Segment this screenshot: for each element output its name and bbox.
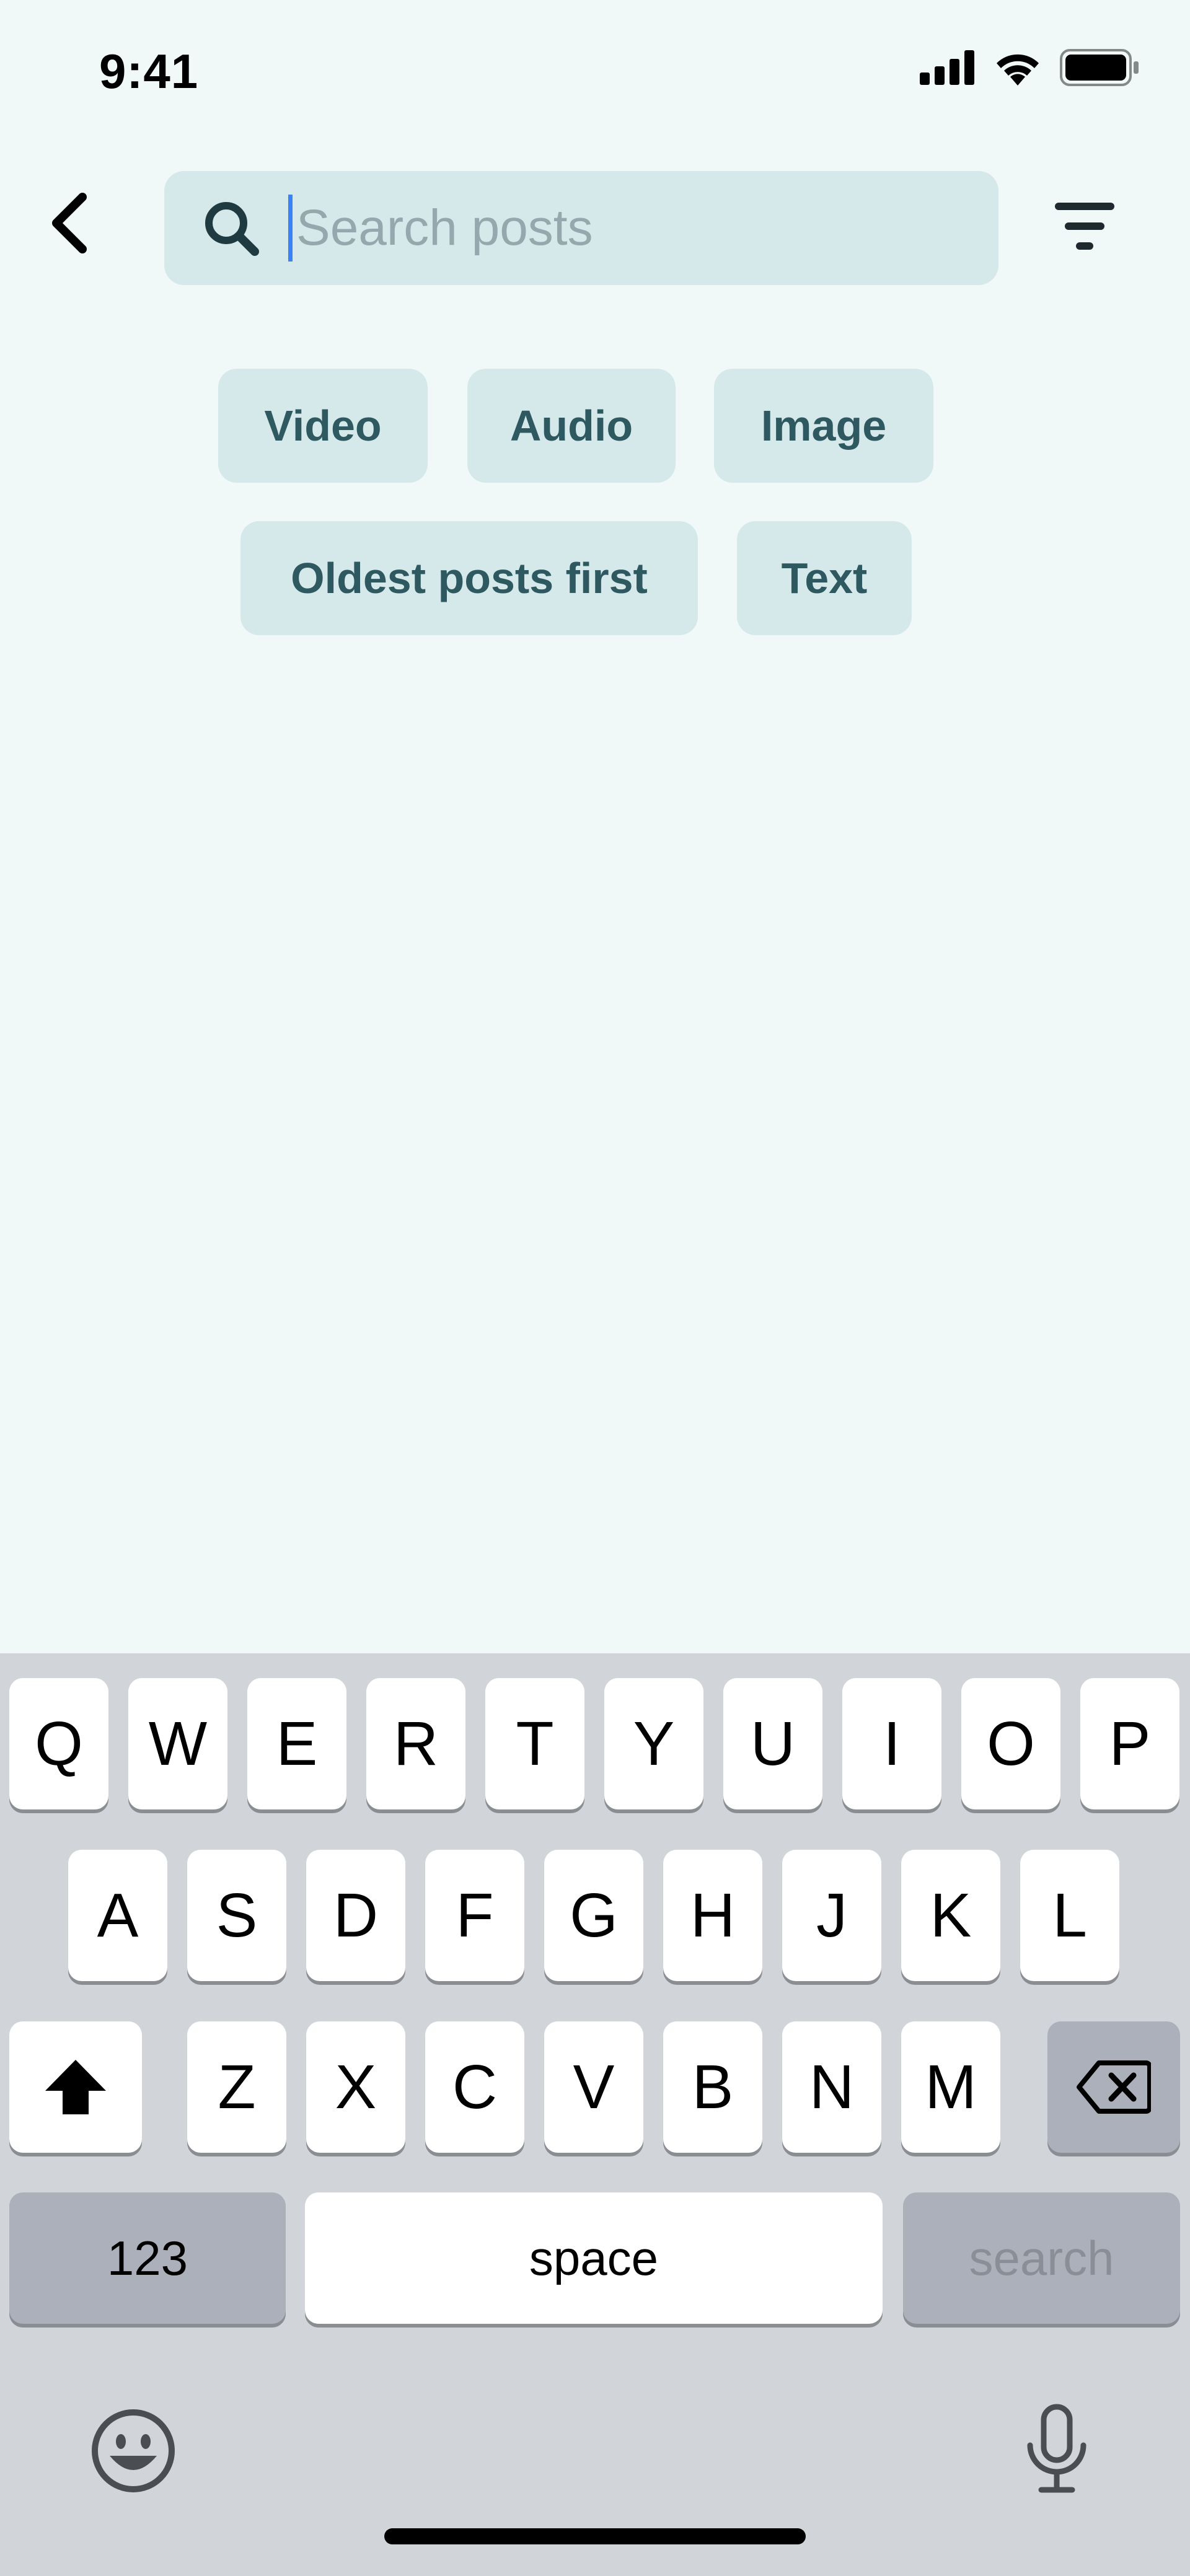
back-chevron-icon <box>52 193 87 253</box>
key-x[interactable]: X <box>306 2021 405 2153</box>
search-input[interactable] <box>293 199 916 257</box>
key-y[interactable]: Y <box>604 1678 703 1809</box>
space-key[interactable]: space <box>305 2192 883 2324</box>
chip-text[interactable]: Text <box>737 521 912 635</box>
key-c[interactable]: C <box>425 2021 524 2153</box>
search-key[interactable]: search <box>903 2192 1180 2324</box>
dictation-button[interactable] <box>1010 2400 1103 2499</box>
key-d[interactable]: D <box>306 1850 405 1981</box>
key-k[interactable]: K <box>901 1850 1000 1981</box>
key-b[interactable]: B <box>663 2021 762 2153</box>
key-j[interactable]: J <box>782 1850 881 1981</box>
battery-icon <box>1060 49 1139 86</box>
wifi-icon <box>997 54 1039 86</box>
emoji-button[interactable] <box>87 2404 180 2497</box>
emoji-icon <box>92 2409 175 2492</box>
numbers-key[interactable]: 123 <box>9 2192 286 2324</box>
shift-icon <box>45 2060 106 2114</box>
chip-oldest-posts-first[interactable]: Oldest posts first <box>240 521 698 635</box>
key-u[interactable]: U <box>723 1678 822 1809</box>
keyboard: Q W E R T Y U I O P A S D F G H J K L Z … <box>0 1653 1190 2576</box>
backspace-icon <box>1077 2060 1151 2114</box>
key-q[interactable]: Q <box>9 1678 108 1809</box>
text-caret <box>288 195 293 262</box>
search-bar[interactable] <box>164 171 998 285</box>
chip-image[interactable]: Image <box>714 369 933 483</box>
key-f[interactable]: F <box>425 1850 524 1981</box>
status-time: 9:41 <box>99 44 199 99</box>
home-indicator <box>384 2528 806 2544</box>
back-button[interactable] <box>31 186 105 260</box>
key-z[interactable]: Z <box>187 2021 286 2153</box>
key-o[interactable]: O <box>961 1678 1060 1809</box>
filter-button[interactable] <box>1047 189 1122 263</box>
key-i[interactable]: I <box>842 1678 941 1809</box>
chip-audio[interactable]: Audio <box>467 369 676 483</box>
shift-key[interactable] <box>9 2021 142 2153</box>
key-v[interactable]: V <box>544 2021 643 2153</box>
key-n[interactable]: N <box>782 2021 881 2153</box>
filter-icon <box>1055 203 1114 250</box>
key-w[interactable]: W <box>128 1678 227 1809</box>
key-p[interactable]: P <box>1080 1678 1179 1809</box>
backspace-key[interactable] <box>1047 2021 1180 2153</box>
key-a[interactable]: A <box>68 1850 167 1981</box>
key-t[interactable]: T <box>485 1678 584 1809</box>
key-g[interactable]: G <box>544 1850 643 1981</box>
key-s[interactable]: S <box>187 1850 286 1981</box>
search-icon <box>205 202 259 256</box>
key-r[interactable]: R <box>366 1678 465 1809</box>
key-e[interactable]: E <box>247 1678 346 1809</box>
microphone-icon <box>1027 2404 1086 2493</box>
key-l[interactable]: L <box>1020 1850 1119 1981</box>
status-icons <box>920 48 1140 87</box>
chip-video[interactable]: Video <box>218 369 428 483</box>
key-m[interactable]: M <box>901 2021 1000 2153</box>
key-h[interactable]: H <box>663 1850 762 1981</box>
signal-icon <box>920 50 974 85</box>
